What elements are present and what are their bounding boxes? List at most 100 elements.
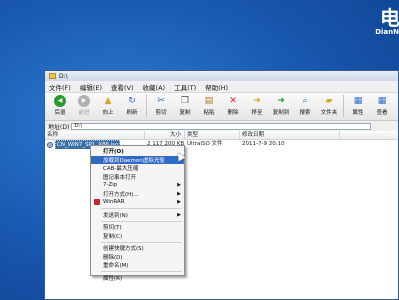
toolbar-label: 搜索 (299, 110, 311, 116)
back-arrow-icon: ◀ (54, 95, 66, 107)
copy-button[interactable]: ❐ 复制 (173, 93, 197, 116)
move-to-button[interactable]: ➜ 移至 (245, 93, 269, 116)
menu-item[interactable]: 工具(T) (174, 82, 196, 92)
address-input[interactable]: D:\ (71, 122, 372, 130)
context-menu-item[interactable]: 创建快捷方式(S) (91, 244, 184, 253)
refresh-button[interactable]: ↻ 刷新 (120, 93, 144, 116)
context-menu-label: 图记事本打开 (103, 174, 137, 181)
folder-up-icon: ▲ (104, 96, 112, 106)
search-button[interactable]: ⌕ 搜索 (293, 93, 317, 116)
context-menu-item[interactable]: 图记事本打开 (91, 173, 184, 182)
address-value: D:\ (74, 123, 83, 129)
context-menu-label: 属性(R) (103, 275, 123, 282)
toolbar: ◀ 后退 ▶ 前进 ▲ 向上 ↻ 刷新 ✂ 剪切 ❐ 复制 ▤ 粘贴 ✕ 删除 ➜ 移至 ➜ 复制到 ⌕ 搜索 ▰ 文件夹 ▦ 属… (45, 93, 398, 121)
context-menu: 打开(O) 加载到Daemon虚拟光驱 CAB-最大压缩 图记事本打开 7-Zip ▶ 打开… (90, 145, 185, 282)
folder-up-button[interactable]: ▲ 向上 (96, 93, 120, 116)
context-menu-item[interactable]: CAB-最大压缩 (91, 164, 184, 173)
context-menu-label: CAB-最大压缩 (103, 166, 139, 173)
file-date: 2011-7-9 20:10 (242, 141, 285, 147)
menu-separator (101, 241, 182, 243)
context-menu-item[interactable]: 复制(C) (91, 232, 184, 241)
move-to-icon: ➜ (253, 96, 261, 106)
context-menu-item[interactable]: 删除(D) (91, 253, 184, 262)
properties-icon: ▦ (353, 96, 363, 106)
context-menu-item[interactable]: WinRAR ▶ (91, 198, 184, 207)
context-menu-item[interactable]: 打开(O) (91, 147, 184, 156)
toolbar-label: 删除 (227, 110, 239, 116)
address-label: 地址(D) (48, 123, 70, 131)
toolbar-label: 向上 (102, 110, 114, 116)
context-menu-item[interactable]: 发送到(N) ▶ (91, 211, 184, 220)
logo-main-text: 电 (380, 6, 399, 30)
toolbar-label: 刷新 (126, 110, 138, 116)
toolbar-separator (343, 95, 344, 117)
menu-item[interactable]: 文件(F) (49, 82, 71, 92)
back-arrow-button[interactable]: ◀ 后退 (48, 93, 72, 116)
menu-bar: 文件(F) 编辑(E) 查看(V) 收藏(A) 工具(T) 帮助(H) (45, 81, 398, 93)
context-menu-label: 7-Zip (103, 182, 118, 189)
context-menu-label: 复制(C) (103, 233, 123, 240)
submenu-arrow-icon: ▶ (177, 182, 181, 189)
column-size[interactable]: 大小 (145, 131, 185, 139)
context-menu-item[interactable]: 打开方式(H)... ▶ (91, 190, 184, 199)
search-icon: ⌕ (302, 96, 308, 106)
delete-icon: ✕ (229, 96, 237, 106)
refresh-icon: ↻ (128, 96, 136, 106)
toolbar-label: 文件夹 (320, 110, 338, 116)
toolbar-label: 后退 (54, 110, 66, 116)
menu-item[interactable]: 帮助(H) (205, 82, 228, 92)
toolbar-label: 属性 (352, 110, 364, 116)
forward-arrow-button: ▶ 前进 (72, 93, 96, 116)
menu-separator (101, 220, 182, 222)
copy-to-button[interactable]: ➜ 复制到 (269, 93, 293, 116)
context-menu-label: 打开(O) (103, 149, 124, 156)
title-bar[interactable]: D:\ (45, 71, 398, 81)
menu-separator (101, 271, 182, 272)
context-menu-label: 发送到(N) (103, 212, 128, 219)
context-menu-label: 加载到Daemon虚拟光驱 (103, 157, 165, 164)
folder-button[interactable]: ▰ 文件夹 (317, 93, 341, 116)
menu-item[interactable]: 查看(V) (111, 82, 134, 92)
copy-to-icon: ➜ (277, 96, 285, 106)
column-date[interactable]: 修改日期 (240, 131, 340, 139)
scissors-button[interactable]: ✂ 剪切 (149, 93, 173, 116)
menu-item[interactable]: 编辑(E) (80, 82, 102, 92)
copy-icon: ❐ (180, 96, 190, 106)
toolbar-label: 复制到 (272, 110, 290, 116)
menu-item[interactable]: 收藏(A) (143, 82, 166, 92)
context-menu-item[interactable]: 重命名(M) (91, 261, 184, 270)
context-menu-item[interactable]: 属性(R) (91, 274, 184, 283)
submenu-arrow-icon: ▶ (177, 190, 181, 197)
context-menu-item[interactable]: 7-Zip ▶ (91, 181, 184, 190)
toolbar-label: 复制 (179, 110, 191, 116)
context-menu-label: 创建快捷方式(S) (103, 246, 144, 253)
submenu-arrow-icon: ▶ (177, 211, 181, 218)
context-menu-label: WinRAR (103, 199, 125, 206)
folder-icon: ▰ (325, 96, 333, 106)
context-menu-item[interactable]: 加载到Daemon虚拟光驱 (91, 155, 184, 164)
column-type[interactable]: 类型 (185, 131, 240, 139)
toolbar-label: 移至 (251, 110, 263, 116)
paste-button[interactable]: ▤ 粘贴 (197, 93, 221, 116)
toolbar-label: 粘贴 (203, 110, 215, 116)
column-name[interactable]: 名称 (45, 131, 145, 139)
context-menu-label: 打开方式(H)... (103, 191, 139, 198)
context-menu-item[interactable]: 剪切(T) (91, 223, 184, 232)
properties-button[interactable]: ▦ 属性 (346, 93, 370, 116)
view-button[interactable]: ▦ 查看 (370, 93, 394, 116)
submenu-arrow-icon: ▶ (177, 199, 181, 206)
toolbar-separator (146, 95, 147, 117)
delete-button[interactable]: ✕ 删除 (221, 93, 245, 116)
forward-arrow-icon: ▶ (78, 95, 90, 107)
context-menu-label: 删除(D) (103, 254, 123, 261)
paste-icon: ▤ (204, 96, 214, 106)
toolbar-label: 剪切 (155, 110, 167, 116)
site-logo: 电 DianN (359, 8, 399, 38)
toolbar-label: 前进 (78, 110, 90, 116)
view-icon: ▦ (377, 96, 387, 106)
context-menu-label: 重命名(M) (103, 263, 129, 270)
iso-file-icon (47, 141, 53, 148)
file-type: UltraISO 文件 (187, 141, 223, 147)
logo-sub-text: DianN (375, 28, 399, 36)
scissors-icon: ✂ (157, 96, 165, 106)
